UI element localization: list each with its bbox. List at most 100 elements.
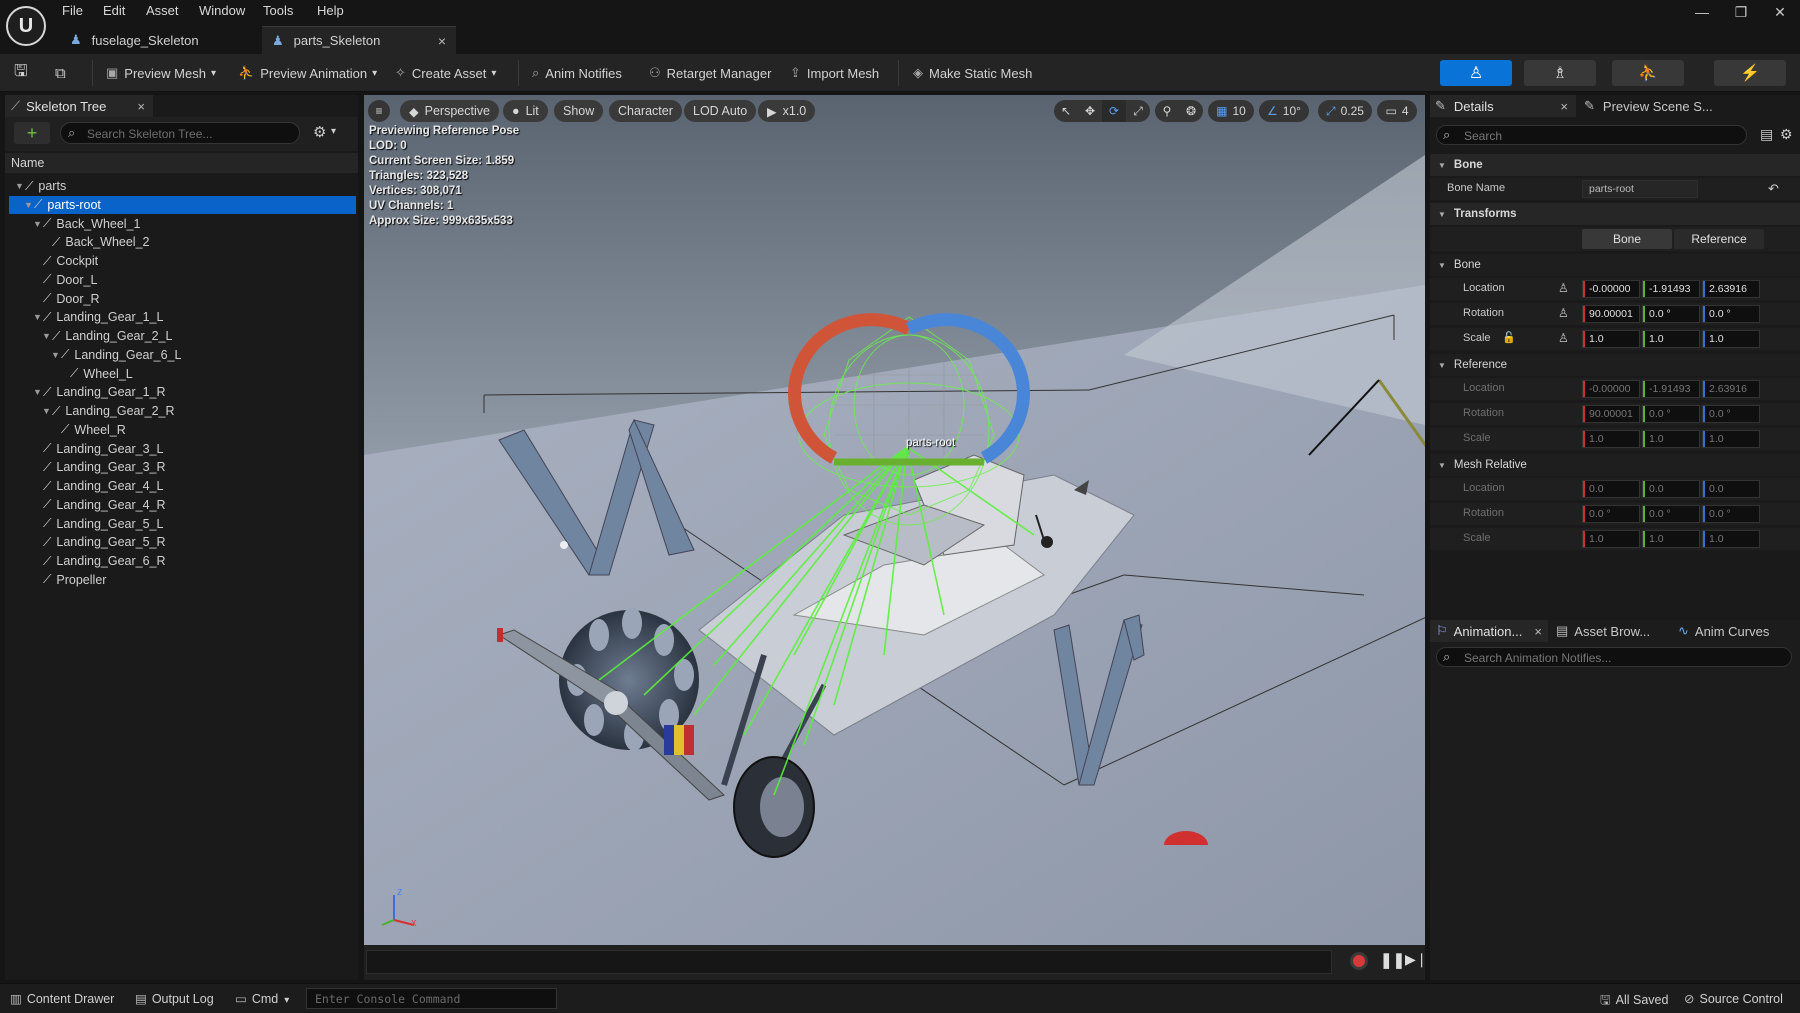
lit-button[interactable]: ● Lit bbox=[503, 100, 548, 122]
perspective-button[interactable]: ◆ Perspective bbox=[400, 100, 499, 122]
tree-row[interactable]: ⟋ Landing_Gear_4_L bbox=[9, 477, 356, 495]
anim-notifies-button[interactable]: ⌕ Anim Notifies bbox=[532, 62, 622, 84]
tab-preview-scene-settings[interactable]: ✎ Preview Scene S... bbox=[1580, 95, 1730, 117]
menu-asset[interactable]: Asset bbox=[146, 3, 179, 18]
tree-column-header[interactable]: Name bbox=[5, 153, 358, 173]
mesh-relative-subheader[interactable]: ▼ Mesh Relative bbox=[1430, 454, 1800, 476]
bone-transform-subheader[interactable]: ▼ Bone bbox=[1430, 254, 1800, 276]
chevron-down-icon[interactable]: ▾ bbox=[331, 126, 336, 137]
tab-skeleton-tree[interactable]: ⟋ Skeleton Tree × bbox=[5, 95, 153, 117]
skeleton-search-input[interactable]: ⌕ Search Skeleton Tree... bbox=[60, 122, 300, 144]
rotate-tool-icon[interactable]: ⟳ bbox=[1102, 100, 1126, 122]
make-static-mesh-button[interactable]: ◈ Make Static Mesh bbox=[913, 62, 1032, 84]
preview-viewport[interactable]: z x parts-root ≡ ◆ Perspective ● Lit Show … bbox=[364, 95, 1425, 945]
scale-z-field[interactable]: 1.0 bbox=[1702, 330, 1760, 348]
save-icon[interactable]: 🖫 bbox=[14, 62, 28, 84]
close-window-icon[interactable]: ✕ bbox=[1765, 4, 1795, 21]
animation-notifies-search-input[interactable]: ⌕ Search Animation Notifies... bbox=[1436, 647, 1792, 667]
preview-animation-button[interactable]: ⛹ Preview Animation ▾ bbox=[238, 62, 377, 84]
tab-details[interactable]: ✎ Details × bbox=[1430, 95, 1576, 117]
menu-help[interactable]: Help bbox=[317, 3, 344, 18]
expand-arrow-icon[interactable]: ▼ bbox=[33, 387, 43, 397]
scale-tool-icon[interactable]: ⤢ bbox=[1126, 100, 1150, 122]
tree-row[interactable]: ▼ ⟋ parts-root bbox=[9, 195, 356, 214]
camera-speed-button[interactable]: ▭ 4 bbox=[1377, 100, 1417, 122]
console-command-input[interactable]: Enter Console Command bbox=[306, 988, 557, 1009]
expand-arrow-icon[interactable]: ▼ bbox=[33, 219, 43, 229]
settings-gear-icon[interactable]: ⚙ bbox=[313, 123, 326, 141]
scale-y-field[interactable]: 1.0 bbox=[1642, 330, 1700, 348]
close-tab-icon[interactable]: × bbox=[438, 33, 446, 49]
space-toggle-icon[interactable]: ♙ bbox=[1558, 281, 1569, 295]
tree-row[interactable]: ⟋ Landing_Gear_3_R bbox=[9, 458, 356, 476]
surface-snap-icon[interactable]: ❂ bbox=[1179, 100, 1203, 122]
menu-window[interactable]: Window bbox=[199, 3, 245, 18]
show-button[interactable]: Show bbox=[554, 100, 604, 122]
tree-row[interactable]: ▼ ⟋ Landing_Gear_2_R bbox=[9, 402, 356, 420]
local-space-icon[interactable]: ⚲ bbox=[1155, 100, 1179, 122]
tree-row[interactable]: ⟋ Propeller bbox=[9, 571, 356, 589]
location-z-field[interactable]: 2.63916 bbox=[1702, 280, 1760, 298]
tab-fuselage-skeleton[interactable]: ♟ fuselage_Skeleton bbox=[60, 26, 260, 54]
grid-snap-button[interactable]: ▦ 10 bbox=[1208, 100, 1254, 122]
tree-row[interactable]: ▼ ⟋ Landing_Gear_2_L bbox=[9, 327, 356, 345]
reference-toggle-button[interactable]: Reference bbox=[1674, 229, 1764, 249]
tree-row[interactable]: ⟋ Landing_Gear_6_R bbox=[9, 552, 356, 570]
mesh-mode-button[interactable]: ♗ bbox=[1524, 60, 1596, 86]
location-x-field[interactable]: -0.00000 bbox=[1582, 280, 1640, 298]
reference-subheader[interactable]: ▼ Reference bbox=[1430, 354, 1800, 376]
preview-mesh-button[interactable]: ▣ Preview Mesh ▾ bbox=[106, 62, 216, 84]
unreal-logo-icon[interactable]: U bbox=[6, 6, 46, 46]
browse-icon[interactable]: ⧉ bbox=[55, 62, 66, 84]
tab-asset-browser[interactable]: ▤ Asset Brow... bbox=[1552, 620, 1668, 642]
content-drawer-button[interactable]: ▥ Content Drawer bbox=[10, 991, 114, 1006]
tree-row[interactable]: ▼ ⟋ Back_Wheel_1 bbox=[9, 215, 356, 233]
playback-speed-button[interactable]: ▶ x1.0 bbox=[758, 100, 816, 122]
bone-toggle-button[interactable]: Bone bbox=[1582, 229, 1672, 249]
space-toggle-icon[interactable]: ♙ bbox=[1558, 306, 1569, 320]
expand-arrow-icon[interactable]: ▼ bbox=[42, 331, 52, 341]
location-y-field[interactable]: -1.91493 bbox=[1642, 280, 1700, 298]
tree-row[interactable]: ⟋ Back_Wheel_2 bbox=[9, 233, 356, 251]
tree-row[interactable]: ▼ ⟋ Landing_Gear_1_L bbox=[9, 308, 356, 326]
restore-icon[interactable]: ❐ bbox=[1726, 4, 1756, 21]
details-search-input[interactable]: ⌕ Search bbox=[1436, 125, 1747, 145]
tab-animation-notifies[interactable]: ⚐ Animation... × bbox=[1430, 620, 1548, 642]
cmd-dropdown[interactable]: ▭ Cmd ▾ bbox=[235, 991, 289, 1006]
expand-arrow-icon[interactable]: ▼ bbox=[24, 200, 34, 210]
rotation-snap-button[interactable]: ∠ 10° bbox=[1259, 100, 1309, 122]
select-tool-icon[interactable]: ↖ bbox=[1054, 100, 1078, 122]
tree-row[interactable]: ▼ ⟋ parts bbox=[9, 177, 356, 195]
tree-row[interactable]: ⟋ Landing_Gear_3_L bbox=[9, 440, 356, 458]
reset-arrow-icon[interactable]: ↶ bbox=[1768, 181, 1779, 197]
tab-anim-curves[interactable]: ∿ Anim Curves bbox=[1674, 620, 1794, 642]
expand-arrow-icon[interactable]: ▼ bbox=[51, 350, 61, 360]
import-mesh-button[interactable]: ⇪ Import Mesh bbox=[790, 62, 879, 84]
record-icon[interactable] bbox=[1350, 952, 1368, 970]
expand-arrow-icon[interactable]: ▼ bbox=[42, 406, 52, 416]
retarget-manager-button[interactable]: ⚇ Retarget Manager bbox=[649, 62, 771, 84]
all-saved-button[interactable]: 🖫 All Saved bbox=[1600, 991, 1668, 1012]
rotation-z-field[interactable]: 0.0 ° bbox=[1702, 305, 1760, 323]
skeleton-mode-button[interactable]: ♙ bbox=[1440, 60, 1512, 86]
create-asset-button[interactable]: ✧ Create Asset ▾ bbox=[395, 62, 496, 84]
output-log-button[interactable]: ▤ Output Log bbox=[135, 991, 214, 1006]
tree-row[interactable]: ⟋ Landing_Gear_5_L bbox=[9, 515, 356, 533]
scale-snap-button[interactable]: ⤢ 0.25 bbox=[1318, 100, 1372, 122]
viewport-menu-button[interactable]: ≡ bbox=[368, 100, 390, 122]
add-button[interactable]: + bbox=[14, 122, 50, 144]
minimize-icon[interactable]: — bbox=[1687, 4, 1717, 20]
rotation-y-field[interactable]: 0.0 ° bbox=[1642, 305, 1700, 323]
tree-row[interactable]: ⟋ Cockpit bbox=[9, 252, 356, 270]
tree-row[interactable]: ⟋ Door_R bbox=[9, 290, 356, 308]
tree-row[interactable]: ⟋ Wheel_R bbox=[9, 421, 356, 439]
close-tab-icon[interactable]: × bbox=[137, 99, 145, 114]
character-button[interactable]: Character bbox=[609, 100, 682, 122]
step-forward-icon[interactable]: ▶❘ bbox=[1405, 951, 1428, 968]
tab-parts-skeleton[interactable]: ♟ parts_Skeleton × bbox=[262, 26, 456, 54]
menu-edit[interactable]: Edit bbox=[103, 3, 125, 18]
physics-mode-button[interactable]: ⚡ bbox=[1714, 60, 1786, 86]
tree-row[interactable]: ⟋ Landing_Gear_4_R bbox=[9, 496, 356, 514]
lod-button[interactable]: LOD Auto bbox=[684, 100, 757, 122]
scale-x-field[interactable]: 1.0 bbox=[1582, 330, 1640, 348]
